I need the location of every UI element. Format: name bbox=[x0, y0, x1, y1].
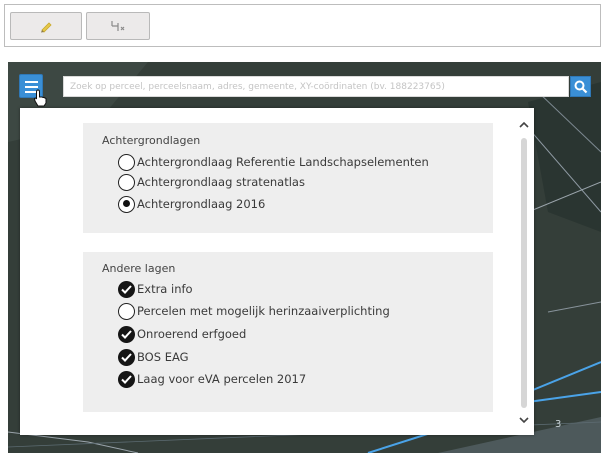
checkbox-checked[interactable] bbox=[118, 280, 135, 298]
radio-button-selected[interactable] bbox=[118, 195, 135, 213]
layer-label: Achtergrondlaag stratenatlas bbox=[137, 175, 305, 189]
checkbox-unchecked[interactable] bbox=[118, 302, 135, 320]
other-layers-group: Andere lagen Extra info Percelen met mog… bbox=[83, 252, 493, 412]
other-layers-title: Andere lagen bbox=[102, 262, 176, 275]
layer-panel: Achtergrondlagen Achtergrondlaag Referen… bbox=[20, 108, 534, 435]
panel-scrollbar[interactable] bbox=[514, 108, 534, 435]
draw-button[interactable] bbox=[10, 12, 82, 40]
scrollbar-thumb[interactable] bbox=[521, 138, 527, 408]
map-view[interactable]: Achtergrondlagen Achtergrondlaag Referen… bbox=[8, 62, 601, 453]
checkmark-icon bbox=[121, 284, 132, 294]
search-icon bbox=[574, 80, 588, 94]
checkmark-icon bbox=[121, 329, 132, 339]
layer-item-eva-percelen-2017[interactable]: Laag voor eVA percelen 2017 bbox=[118, 370, 306, 388]
checkbox-checked[interactable] bbox=[118, 325, 135, 343]
radio-button[interactable] bbox=[118, 173, 135, 191]
layer-item-herinzaaiverplichting[interactable]: Percelen met mogelijk herinzaaiverplicht… bbox=[118, 302, 390, 320]
layer-label: BOS EAG bbox=[137, 350, 189, 364]
checkbox-checked[interactable] bbox=[118, 370, 135, 388]
layer-item-onroerend-erfgoed[interactable]: Onroerend erfgoed bbox=[118, 325, 246, 343]
layer-item-referentie-landschapselementen[interactable]: Achtergrondlaag Referentie Landschapsele… bbox=[118, 153, 429, 171]
measure-button[interactable] bbox=[86, 12, 150, 40]
layer-label: Onroerend erfgoed bbox=[137, 327, 247, 341]
hamburger-menu-icon bbox=[25, 81, 38, 83]
measure-line-icon bbox=[111, 21, 125, 31]
pencil-icon bbox=[41, 22, 52, 33]
layer-label: Percelen met mogelijk herinzaaiverplicht… bbox=[137, 304, 390, 318]
search-input[interactable] bbox=[63, 76, 569, 97]
parcel-number-label: 3 bbox=[555, 419, 562, 430]
layer-label: Extra info bbox=[137, 282, 193, 296]
layer-label: Achtergrondlaag 2016 bbox=[137, 197, 266, 211]
toolbar bbox=[4, 4, 601, 47]
layer-item-stratenatlas[interactable]: Achtergrondlaag stratenatlas bbox=[118, 173, 305, 191]
search-button[interactable] bbox=[570, 76, 591, 97]
radio-button[interactable] bbox=[118, 153, 135, 171]
layer-item-extra-info[interactable]: Extra info bbox=[118, 280, 193, 298]
chevron-down-icon[interactable] bbox=[518, 416, 530, 424]
checkmark-icon bbox=[121, 374, 132, 384]
layer-label: Achtergrondlaag Referentie Landschapsele… bbox=[137, 155, 429, 169]
chevron-up-icon[interactable] bbox=[518, 121, 530, 129]
layer-item-bos-eag[interactable]: BOS EAG bbox=[118, 348, 189, 366]
checkbox-checked[interactable] bbox=[118, 348, 135, 366]
background-layers-title: Achtergrondlagen bbox=[102, 134, 201, 147]
layer-item-achtergrondlaag-2016[interactable]: Achtergrondlaag 2016 bbox=[118, 195, 265, 213]
layer-label: Laag voor eVA percelen 2017 bbox=[137, 372, 307, 386]
background-layers-group: Achtergrondlagen Achtergrondlaag Referen… bbox=[83, 123, 493, 233]
checkmark-icon bbox=[121, 352, 132, 362]
hand-pointer-cursor-icon bbox=[33, 89, 47, 107]
hamburger-bar bbox=[25, 86, 38, 88]
